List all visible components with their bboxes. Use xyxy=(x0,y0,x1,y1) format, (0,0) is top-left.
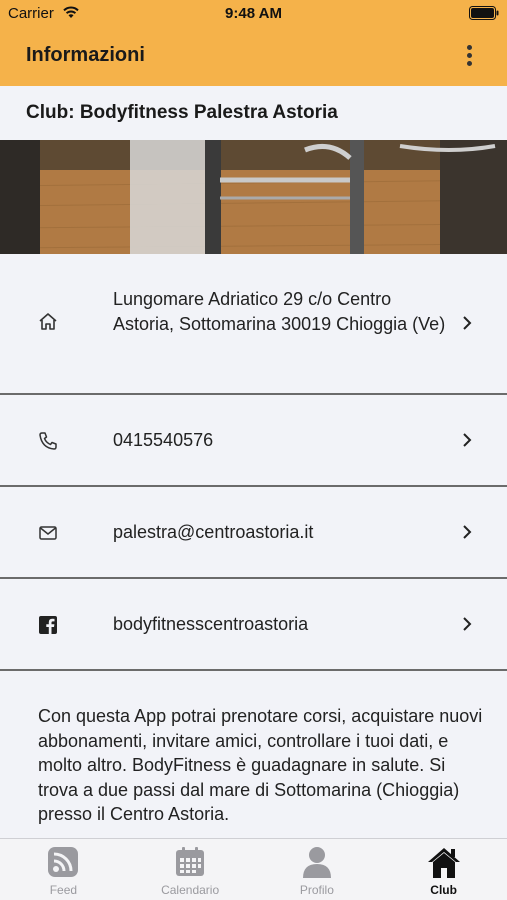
phone-icon xyxy=(39,432,57,450)
kebab-menu-icon[interactable] xyxy=(459,42,479,72)
home-icon xyxy=(39,313,57,330)
battery-icon xyxy=(469,6,499,20)
tab-label: Club xyxy=(430,883,457,897)
email-row[interactable]: palestra@centroastoria.it xyxy=(0,487,507,579)
facebook-text: bodyfitnesscentroastoria xyxy=(113,614,309,634)
rss-feed-icon xyxy=(48,847,79,877)
status-time: 9:48 AM xyxy=(225,5,282,22)
calendar-icon xyxy=(176,847,205,876)
chevron-right-icon xyxy=(463,433,472,447)
tab-feed[interactable]: Feed xyxy=(0,839,127,900)
user-icon xyxy=(302,847,331,878)
phone-text: 0415540576 xyxy=(113,430,214,450)
club-description: Con questa App potrai prenotare corsi, a… xyxy=(38,706,483,824)
app-header: Carrier 9:48 AM Informazioni xyxy=(0,0,507,86)
club-photo xyxy=(0,140,507,254)
address-row[interactable]: Lungomare Adriatico 29 c/o Centro Astori… xyxy=(0,254,507,395)
page-title: Informazioni xyxy=(26,44,145,66)
facebook-icon xyxy=(39,616,57,634)
contact-list: Lungomare Adriatico 29 c/o Centro Astori… xyxy=(0,254,507,671)
chevron-right-icon xyxy=(463,316,472,330)
tab-label: Calendario xyxy=(161,883,220,897)
tab-profilo[interactable]: Profilo xyxy=(254,839,381,900)
email-text: palestra@centroastoria.it xyxy=(113,522,314,542)
mail-icon xyxy=(39,526,57,540)
status-bar: Carrier 9:48 AM xyxy=(0,0,507,28)
tab-bar: Feed Calendario Profilo Club xyxy=(0,838,507,900)
club-title: Club: Bodyfitness Palestra Astoria xyxy=(0,86,507,140)
phone-row[interactable]: 0415540576 xyxy=(0,395,507,487)
home-icon xyxy=(427,848,460,878)
tab-calendario[interactable]: Calendario xyxy=(127,839,254,900)
chevron-right-icon xyxy=(463,617,472,631)
chevron-right-icon xyxy=(463,525,472,539)
tab-label: Profilo xyxy=(299,883,334,897)
tab-club[interactable]: Club xyxy=(380,839,507,900)
tab-label: Feed xyxy=(49,883,78,897)
address-text: Lungomare Adriatico 29 c/o Centro Astori… xyxy=(113,289,446,334)
facebook-row[interactable]: bodyfitnesscentroastoria xyxy=(0,579,507,671)
